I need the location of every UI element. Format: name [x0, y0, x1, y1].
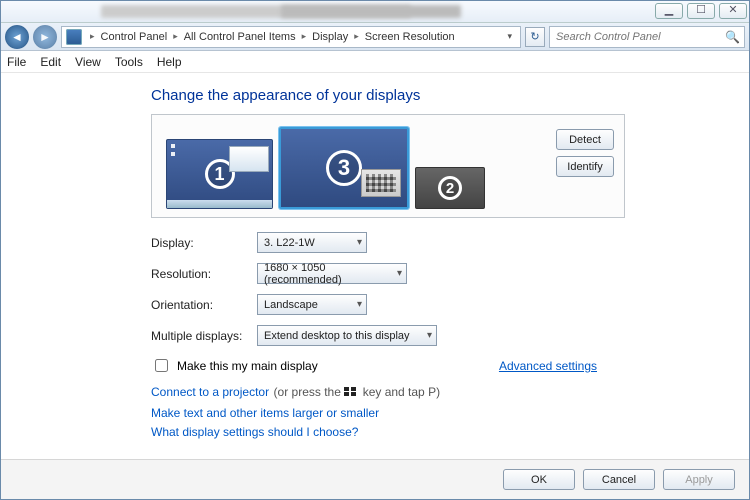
multiple-displays-select[interactable]: Extend desktop to this display: [257, 325, 437, 346]
breadcrumb-item[interactable]: Screen Resolution: [363, 31, 457, 43]
monitor-1[interactable]: 1: [166, 139, 273, 209]
menu-tools[interactable]: Tools: [115, 55, 143, 69]
display-arrangement-box: 1 3 2 Detect Identify: [151, 114, 625, 218]
identify-button[interactable]: Identify: [556, 156, 614, 177]
text-size-link[interactable]: Make text and other items larger or smal…: [151, 406, 749, 420]
search-box[interactable]: 🔍: [549, 26, 745, 48]
breadcrumb-item[interactable]: Control Panel: [99, 31, 170, 43]
monitor-number: 3: [326, 150, 362, 186]
advanced-settings-link[interactable]: Advanced settings: [499, 359, 597, 373]
menu-help[interactable]: Help: [157, 55, 182, 69]
maximize-button[interactable]: ☐: [687, 3, 715, 19]
main-display-label: Make this my main display: [177, 359, 318, 373]
display-label: Display:: [151, 236, 257, 250]
menu-edit[interactable]: Edit: [40, 55, 61, 69]
minimize-button[interactable]: ▁: [655, 3, 683, 19]
window: ▁ ☐ ✕ ◄ ► ▸ Control Panel ▸ All Control …: [0, 0, 750, 500]
monitor-number: 2: [438, 176, 462, 200]
resolution-select[interactable]: 1680 × 1050 (recommended): [257, 263, 407, 284]
menu-file[interactable]: File: [7, 55, 26, 69]
ok-button[interactable]: OK: [503, 469, 575, 490]
monitor-3-selected[interactable]: 3: [279, 127, 409, 209]
content: Change the appearance of your displays 1…: [1, 73, 749, 439]
breadcrumb-item[interactable]: All Control Panel Items: [182, 31, 298, 43]
back-button[interactable]: ◄: [5, 25, 29, 49]
chevron-right-icon: ▸: [350, 31, 363, 42]
address-bar: ◄ ► ▸ Control Panel ▸ All Control Panel …: [1, 23, 749, 51]
cancel-button[interactable]: Cancel: [583, 469, 655, 490]
refresh-button[interactable]: ↻: [525, 27, 545, 47]
resolution-label: Resolution:: [151, 267, 257, 281]
projector-hint: (or press the: [274, 385, 345, 399]
title-bar: ▁ ☐ ✕: [1, 1, 749, 23]
title-blur: [281, 5, 461, 18]
breadcrumb-item[interactable]: Display: [310, 31, 350, 43]
apply-button[interactable]: Apply: [663, 469, 735, 490]
close-button[interactable]: ✕: [719, 3, 747, 19]
chevron-down-icon[interactable]: ▾: [503, 31, 516, 42]
window-thumbnail-icon: [361, 169, 401, 197]
orientation-label: Orientation:: [151, 298, 257, 312]
breadcrumb[interactable]: ▸ Control Panel ▸ All Control Panel Item…: [61, 26, 521, 48]
menu-bar: File Edit View Tools Help: [1, 51, 749, 73]
display-help-link[interactable]: What display settings should I choose?: [151, 425, 749, 439]
orientation-select[interactable]: Landscape: [257, 294, 367, 315]
chevron-right-icon: ▸: [298, 31, 311, 42]
detect-button[interactable]: Detect: [556, 129, 614, 150]
multiple-displays-label: Multiple displays:: [151, 329, 257, 343]
monitor-2[interactable]: 2: [415, 167, 485, 209]
taskbar-icon: [167, 200, 272, 208]
chevron-right-icon: ▸: [86, 31, 99, 42]
desktop-icon: [171, 152, 175, 156]
search-input[interactable]: [554, 30, 725, 44]
search-icon[interactable]: 🔍: [725, 30, 740, 44]
page-title: Change the appearance of your displays: [151, 87, 749, 104]
projector-hint-tail: key and tap P): [363, 385, 440, 399]
control-panel-icon: [66, 29, 82, 45]
forward-button[interactable]: ►: [33, 25, 57, 49]
windows-key-icon: [344, 387, 358, 397]
monitor-layout[interactable]: 1 3 2: [166, 127, 485, 209]
dialog-button-bar: OK Cancel Apply: [1, 459, 749, 499]
window-thumbnail-icon: [229, 146, 269, 172]
menu-view[interactable]: View: [75, 55, 101, 69]
desktop-icon: [171, 144, 175, 148]
connect-projector-link[interactable]: Connect to a projector: [151, 385, 269, 399]
main-display-checkbox[interactable]: [155, 359, 168, 372]
chevron-right-icon: ▸: [169, 31, 182, 42]
display-select[interactable]: 3. L22-1W: [257, 232, 367, 253]
